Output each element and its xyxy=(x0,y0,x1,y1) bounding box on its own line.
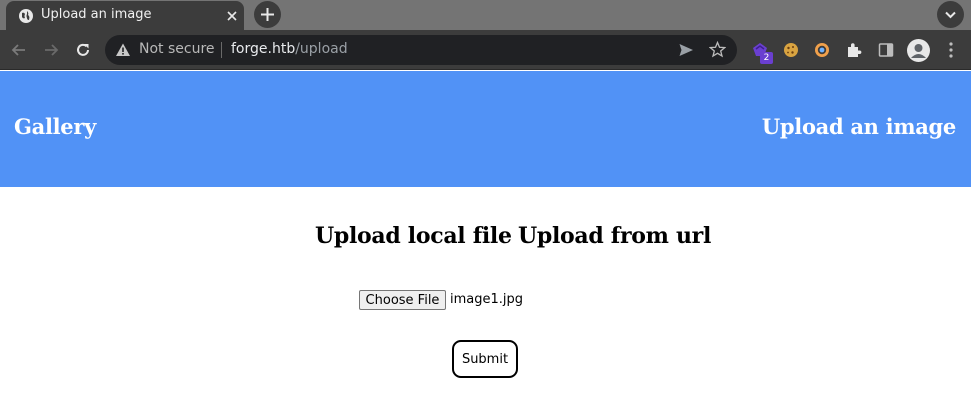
browser-tab-active[interactable]: Upload an image xyxy=(6,1,244,30)
profile-avatar[interactable] xyxy=(907,39,930,62)
choose-file-button[interactable]: Choose File xyxy=(359,290,446,310)
gallery-link[interactable]: Gallery xyxy=(14,114,96,139)
extension-badge: 2 xyxy=(760,52,773,64)
browser-tab-strip: Upload an image xyxy=(0,0,971,30)
puzzle-extensions-icon[interactable] xyxy=(844,40,864,60)
new-tab-button[interactable] xyxy=(254,1,281,28)
close-icon[interactable] xyxy=(224,8,240,24)
globe-icon xyxy=(19,9,33,23)
address-bar[interactable]: Not secure forge.htb/upload xyxy=(105,35,737,65)
upload-image-link[interactable]: Upload an image xyxy=(762,114,956,139)
security-status[interactable]: Not secure xyxy=(139,41,215,57)
tab-search-button[interactable] xyxy=(937,1,964,28)
selected-file-name: image1.jpg xyxy=(450,292,524,307)
send-icon[interactable] xyxy=(678,42,694,58)
kebab-menu-icon[interactable] xyxy=(944,40,958,60)
url-path: /upload xyxy=(295,41,348,57)
warning-icon[interactable] xyxy=(115,42,131,58)
forward-arrow-icon[interactable] xyxy=(41,40,61,60)
side-panel-icon[interactable] xyxy=(876,40,896,60)
upload-mode-tabs: Upload local file Upload from url xyxy=(0,223,971,253)
url-text[interactable]: forge.htb/upload xyxy=(231,41,348,57)
cookie-icon[interactable] xyxy=(781,40,801,60)
submit-button[interactable]: Submit xyxy=(452,340,518,378)
wappalyzer-icon[interactable] xyxy=(812,40,832,60)
chevron-down-icon xyxy=(945,11,956,19)
url-host: forge.htb xyxy=(231,41,296,57)
tab-title: Upload an image xyxy=(41,7,152,22)
browser-toolbar: Not secure forge.htb/upload xyxy=(0,30,971,70)
upload-from-url-tab[interactable]: Upload from url xyxy=(518,223,711,249)
plus-icon xyxy=(261,8,274,21)
back-arrow-icon[interactable] xyxy=(9,40,29,60)
bookmark-star-icon[interactable] xyxy=(709,41,726,58)
reload-icon[interactable] xyxy=(73,40,93,60)
upload-local-file-tab[interactable]: Upload local file xyxy=(315,223,512,249)
omnibox-divider xyxy=(221,42,222,58)
site-header: Gallery Upload an image xyxy=(0,71,971,187)
user-icon xyxy=(911,44,926,58)
